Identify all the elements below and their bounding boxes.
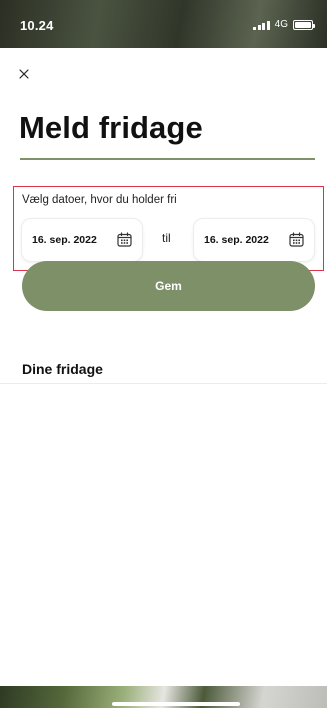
battery-icon <box>293 19 315 30</box>
date-range-label: Vælg datoer, hvor du holder fri <box>22 194 177 206</box>
network-type: 4G <box>274 19 288 30</box>
to-date-field[interactable]: 16. sep. 2022 <box>193 218 315 262</box>
status-bar: 10.24 4G <box>0 0 327 48</box>
from-date-field[interactable]: 16. sep. 2022 <box>21 218 143 262</box>
date-separator: til <box>162 231 171 245</box>
close-icon <box>19 69 29 79</box>
signal-icon <box>253 20 270 30</box>
to-date-value: 16. sep. 2022 <box>204 234 269 246</box>
home-indicator[interactable] <box>112 702 240 706</box>
section-divider <box>0 383 327 384</box>
page-title: Meld fridage <box>19 110 203 145</box>
close-button[interactable] <box>14 64 34 84</box>
from-date-value: 16. sep. 2022 <box>32 234 97 246</box>
date-range-picker: Vælg datoer, hvor du holder fri 16. sep.… <box>13 186 324 271</box>
days-off-heading: Dine fridage <box>22 361 103 377</box>
calendar-icon <box>289 232 304 247</box>
calendar-icon <box>117 232 132 247</box>
status-indicators: 4G <box>253 19 315 30</box>
status-time: 10.24 <box>20 18 54 33</box>
save-button[interactable]: Gem <box>22 261 315 311</box>
title-divider <box>20 158 315 160</box>
